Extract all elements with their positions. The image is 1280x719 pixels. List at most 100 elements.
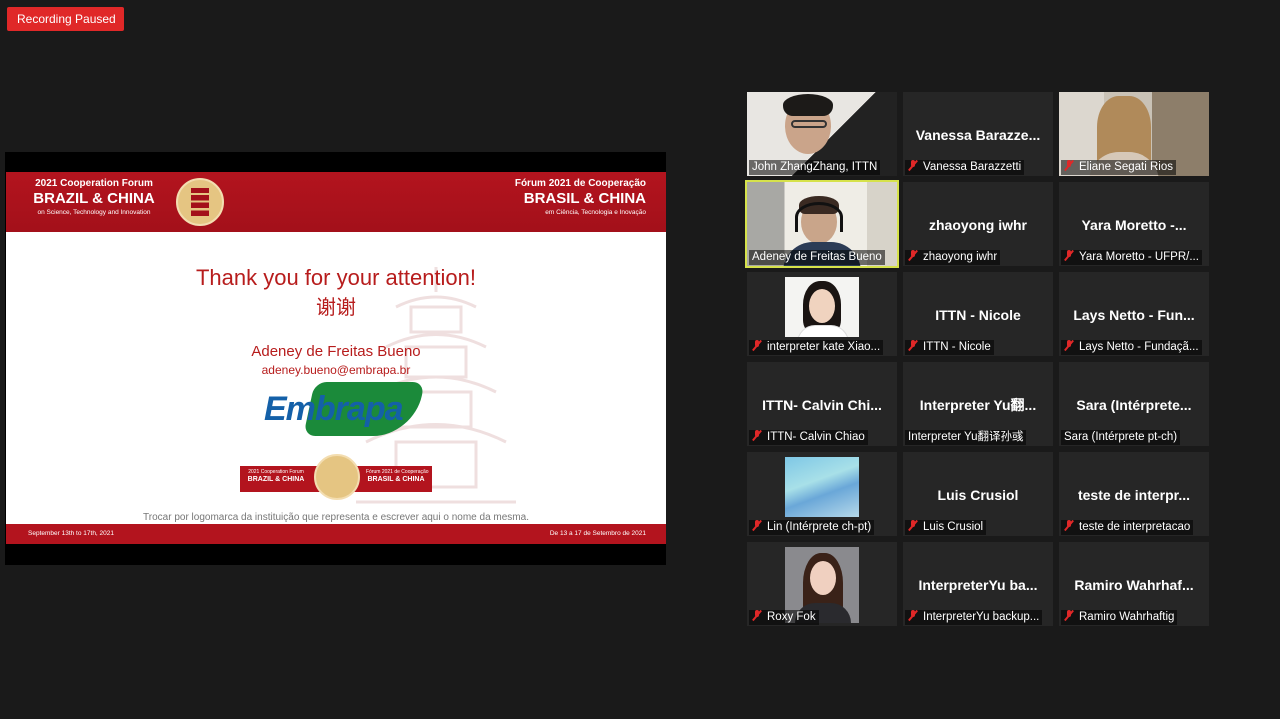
participant-name: John ZhangZhang, ITTN [752, 161, 878, 173]
mini-countries-en: BRAZIL & CHINA [247, 476, 305, 483]
participant-display-name: Ramiro Wahrhaf... [1074, 577, 1194, 593]
slide-header-english: 2021 Cooperation Forum BRAZIL & CHINA on… [28, 178, 160, 217]
participant-tile[interactable]: Eliane Segati Rios [1059, 92, 1209, 176]
forum-title-pt: Fórum 2021 de Cooperação [514, 178, 646, 189]
participant-name-label: ITTN - Nicole [905, 340, 994, 355]
participant-name: InterpreterYu backup... [923, 611, 1040, 623]
participant-display-name: Lays Netto - Fun... [1073, 307, 1195, 323]
participant-name: Adeney de Freitas Bueno [752, 251, 882, 263]
presentation-slide: 2021 Cooperation Forum BRAZIL & CHINA on… [6, 172, 666, 544]
microphone-muted-icon [908, 250, 918, 261]
participant-tile[interactable]: Roxy Fok [747, 542, 897, 626]
participant-name: ITTN - Nicole [923, 341, 991, 353]
embrapa-logo: Embrapa [264, 378, 425, 438]
participant-name-label: Lays Netto - Fundaçã... [1061, 340, 1202, 355]
participant-tile[interactable]: Sara (Intérprete... Sara (Intérprete pt-c… [1059, 362, 1209, 446]
microphone-muted-icon [908, 610, 918, 621]
participant-tile[interactable]: ITTN- Calvin Chi... ITTN- Calvin Chiao [747, 362, 897, 446]
participant-tile[interactable]: InterpreterYu ba... InterpreterYu backup.… [903, 542, 1053, 626]
footer-dates-en: September 13th to 17th, 2021 [28, 530, 115, 537]
participant-tile[interactable]: Yara Moretto -... Yara Moretto - UFPR/... [1059, 182, 1209, 266]
participant-profile-picture [785, 457, 859, 517]
microphone-muted-icon [1064, 250, 1074, 261]
participant-name: Lin (Intérprete ch-pt) [767, 521, 872, 533]
participant-tile[interactable]: Vanessa Barazze... Vanessa Barazzetti [903, 92, 1053, 176]
participant-tile[interactable]: Lays Netto - Fun... Lays Netto - Fundaçã.… [1059, 272, 1209, 356]
participant-display-name: ITTN- Calvin Chi... [762, 397, 882, 413]
recording-paused-badge[interactable]: Recording Paused [7, 7, 124, 31]
participant-name-label: teste de interpretacao [1061, 520, 1194, 535]
participant-name: Sara (Intérprete pt-ch) [1064, 431, 1178, 443]
participant-gallery: John ZhangZhang, ITTN Vanessa Barazze... V… [745, 92, 1209, 626]
participant-name: Vanessa Barazzetti [923, 161, 1022, 173]
participant-name: Lays Netto - Fundaçã... [1079, 341, 1199, 353]
participant-tile[interactable]: zhaoyong iwhr zhaoyong iwhr [903, 182, 1053, 266]
forum-title-en: 2021 Cooperation Forum [35, 178, 153, 189]
pagoda-seal-icon [176, 178, 224, 226]
participant-name: Ramiro Wahrhaftig [1079, 611, 1175, 623]
participant-tile[interactable]: Lin (Intérprete ch-pt) [747, 452, 897, 536]
participant-name-label: Sara (Intérprete pt-ch) [1061, 430, 1181, 445]
meeting-window: Recording Paused 2021 Cooperation Forum … [0, 0, 1280, 719]
speaker-email: adeney.bueno@embrapa.br [261, 363, 411, 377]
participant-display-name: InterpreterYu ba... [918, 577, 1038, 593]
microphone-muted-icon [752, 520, 762, 531]
participant-display-name: Vanessa Barazze... [915, 127, 1041, 143]
participant-name-label: Yara Moretto - UFPR/... [1061, 250, 1202, 265]
participant-tile[interactable]: teste de interpr... teste de interpretaca… [1059, 452, 1209, 536]
participant-name: Interpreter Yu翻译孙彧 [908, 431, 1024, 443]
microphone-muted-icon [752, 340, 762, 351]
participant-tile[interactable]: John ZhangZhang, ITTN [747, 92, 897, 176]
microphone-muted-icon [908, 160, 918, 171]
shared-screen: 2021 Cooperation Forum BRAZIL & CHINA on… [5, 152, 666, 565]
thank-you-heading: Thank you for your attention! [195, 265, 477, 290]
participant-tile[interactable]: Adeney de Freitas Bueno [745, 180, 899, 268]
speaker-name: Adeney de Freitas Bueno [251, 343, 421, 360]
slide-footer: September 13th to 17th, 2021 De 13 a 17 … [6, 524, 666, 544]
participant-name-label: Adeney de Freitas Bueno [749, 250, 885, 265]
microphone-muted-icon [752, 610, 762, 621]
participant-name: Roxy Fok [767, 611, 816, 623]
participant-name: teste de interpretacao [1079, 521, 1191, 533]
participant-name-label: Lin (Intérprete ch-pt) [749, 520, 875, 535]
participant-display-name: Sara (Intérprete... [1076, 397, 1192, 413]
participant-display-name: teste de interpr... [1077, 487, 1191, 503]
microphone-muted-icon [1064, 340, 1074, 351]
participant-name: Luis Crusiol [923, 521, 984, 533]
forum-subtitle-pt: em Ciência, Tecnologia e Inovação [545, 209, 646, 216]
participant-name-label: interpreter kate Xiao... [749, 340, 884, 355]
participant-display-name: Luis Crusiol [937, 487, 1019, 503]
participant-name: Yara Moretto - UFPR/... [1079, 251, 1199, 263]
forum-subtitle-en: on Science, Technology and Innovation [37, 209, 151, 216]
forum-mini-banner: 2021 Cooperation Forum BRAZIL & CHINA Fó… [240, 454, 432, 500]
mini-seal-icon [314, 454, 360, 500]
participant-name-label: Luis Crusiol [905, 520, 987, 535]
microphone-muted-icon [1064, 520, 1074, 531]
participant-tile[interactable]: ITTN - Nicole ITTN - Nicole [903, 272, 1053, 356]
participant-tile[interactable]: Interpreter Yu翻... Interpreter Yu翻译孙彧 [903, 362, 1053, 446]
participant-name-label: ITTN- Calvin Chiao [749, 430, 868, 445]
participant-name: Eliane Segati Rios [1079, 161, 1173, 173]
forum-countries-pt: BRASIL & CHINA [523, 190, 646, 207]
participant-name-label: Ramiro Wahrhaftig [1061, 610, 1178, 625]
participant-name-label: zhaoyong iwhr [905, 250, 1001, 265]
microphone-muted-icon [1064, 160, 1074, 171]
participant-display-name: Yara Moretto -... [1081, 217, 1187, 233]
microphone-muted-icon [908, 340, 918, 351]
participant-name: ITTN- Calvin Chiao [767, 431, 865, 443]
participant-display-name: Interpreter Yu翻... [919, 397, 1037, 413]
participant-tile[interactable]: interpreter kate Xiao... [747, 272, 897, 356]
participant-display-name: zhaoyong iwhr [929, 217, 1027, 233]
microphone-muted-icon [908, 520, 918, 531]
participant-name: zhaoyong iwhr [923, 251, 998, 263]
participant-name-label: Interpreter Yu翻译孙彧 [905, 430, 1027, 445]
participant-name-label: Eliane Segati Rios [1061, 160, 1176, 175]
participant-name-label: Roxy Fok [749, 610, 819, 625]
mini-countries-pt: BRASIL & CHINA [367, 476, 425, 483]
participant-display-name: ITTN - Nicole [935, 307, 1021, 323]
slide-header: 2021 Cooperation Forum BRAZIL & CHINA on… [6, 172, 666, 232]
participant-tile[interactable]: Ramiro Wahrhaf... Ramiro Wahrhaftig [1059, 542, 1209, 626]
participant-tile[interactable]: Luis Crusiol Luis Crusiol [903, 452, 1053, 536]
footer-dates-pt: De 13 a 17 de Setembro de 2021 [549, 530, 646, 537]
participant-name-label: Vanessa Barazzetti [905, 160, 1025, 175]
